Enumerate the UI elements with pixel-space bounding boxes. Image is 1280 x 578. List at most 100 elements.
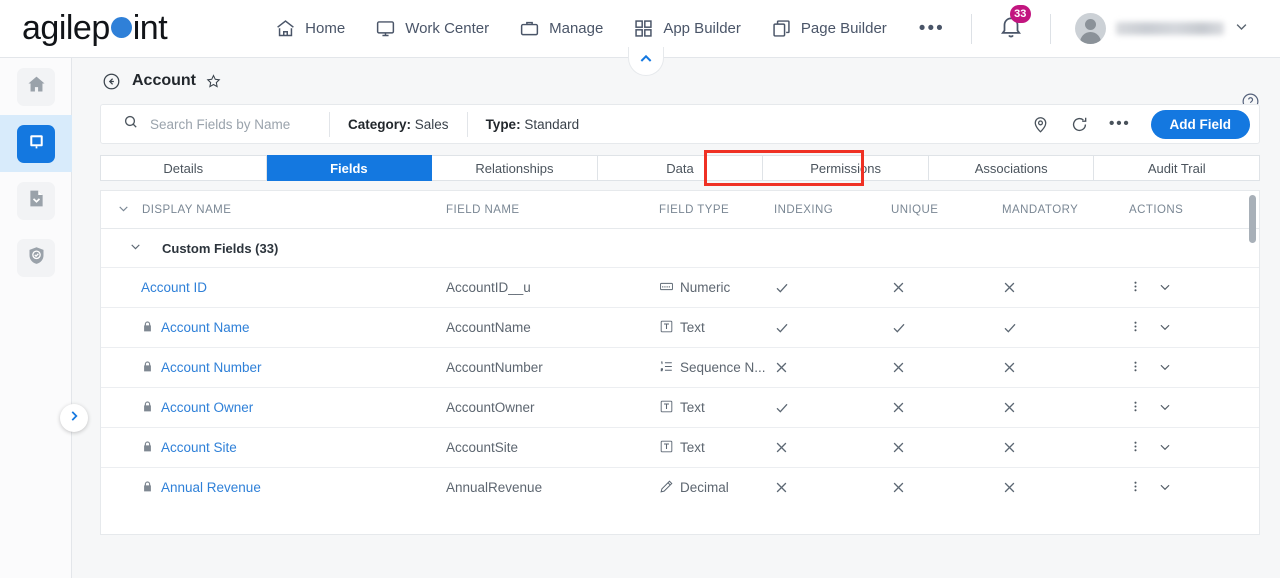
table-row[interactable]: Annual Revenue AnnualRevenue Decimal [101,467,1259,507]
field-type-cell: Text [659,439,774,457]
scrollbar-thumb[interactable] [1249,195,1256,243]
nav-item-manage[interactable]: Manage [519,18,603,39]
nav-item-label: Manage [549,20,604,37]
field-type-cell: Text [659,319,774,337]
column-header-field-type[interactable]: FIELD TYPE [659,204,774,216]
row-menu-button[interactable] [1129,319,1142,336]
unique-cell [891,360,1002,375]
table-row[interactable]: Account Number AccountNumber Sequence N... [101,347,1259,387]
notifications-button[interactable]: 33 [998,5,1031,44]
refresh-icon[interactable] [1070,115,1089,134]
row-menu-button[interactable] [1129,399,1142,416]
nav-item-work-center[interactable]: Work Center [375,18,489,39]
field-display-name-cell[interactable]: Account ID [101,280,446,295]
field-display-name-link[interactable]: Account Number [161,360,262,375]
agilepoint-logo[interactable]: agilep int [22,9,168,48]
star-icon[interactable] [205,73,222,90]
column-header-unique[interactable]: UNIQUE [891,204,1002,216]
row-menu-button[interactable] [1129,479,1142,496]
unique-cell [891,280,1002,295]
toolbar-more-button[interactable]: ••• [1109,116,1131,132]
field-type-label: Numeric [680,280,731,295]
field-display-name-cell[interactable]: Account Number [101,360,446,376]
type-meta: Type: Standard [468,117,598,132]
table-row[interactable]: Account Name AccountName Text [101,307,1259,347]
location-pin-icon[interactable] [1031,115,1050,134]
unique-cell [891,400,1002,415]
cross-icon [774,440,891,455]
group-row-custom-fields[interactable]: Custom Fields (33) [101,229,1259,267]
tab-relationships[interactable]: Relationships [432,155,598,181]
tab-details[interactable]: Details [100,155,267,181]
row-expand-chevron-icon[interactable] [1158,400,1172,416]
tab-fields[interactable]: Fields [266,155,433,181]
category-value: Sales [414,116,449,132]
tab-permissions[interactable]: Permissions [763,155,929,181]
category-meta: Category: Sales [330,117,467,132]
nav-item-label: Page Builder [800,20,887,37]
sidebar-icon-box [17,67,55,106]
field-display-name-cell[interactable]: Account Name [101,320,446,336]
field-display-name-link[interactable]: Account Site [161,440,237,455]
field-display-name-link[interactable]: Annual Revenue [161,480,261,495]
copy-icon [771,18,792,39]
chevron-up-icon [638,51,654,72]
type-label: Type: [485,116,521,132]
field-name-cell: AccountName [446,320,531,335]
actions-cell [1126,399,1236,416]
user-menu[interactable] [1074,13,1249,44]
column-header-mandatory[interactable]: MANDATORY [1002,204,1126,216]
row-expand-chevron-icon[interactable] [1158,280,1172,296]
sidebar-icon-box [17,124,55,163]
add-field-button[interactable]: Add Field [1150,109,1250,139]
field-display-name-link[interactable]: Account ID [141,280,207,295]
field-display-name-cell[interactable]: Account Owner [101,400,446,416]
row-menu-button[interactable] [1129,279,1142,296]
column-header-indexing[interactable]: INDEXING [774,204,891,216]
field-display-name-cell[interactable]: Annual Revenue [101,480,446,496]
search-input[interactable] [150,116,328,132]
sidebar-item-home[interactable] [0,58,72,115]
field-type-label: Sequence N... [680,360,766,375]
field-display-name-link[interactable]: Account Owner [161,400,253,415]
tab-associations[interactable]: Associations [928,155,1095,181]
nav-item-home[interactable]: Home [275,18,345,39]
sidebar-item-work-center[interactable] [0,115,72,172]
field-display-name-cell[interactable]: Account Site [101,440,446,456]
check-icon [774,280,891,296]
nav-item-app-builder[interactable]: App Builder [633,18,741,39]
table-row[interactable]: Account Owner AccountOwner Text [101,387,1259,427]
tab-audit-trail[interactable]: Audit Trail [1094,155,1261,181]
field-type-label: Text [680,320,705,335]
toolbar-actions: ••• Add Field [1031,109,1259,139]
top-nav-more-button[interactable]: ••• [919,19,945,38]
expand-sidebar-button[interactable] [60,404,88,432]
actions-cell [1126,439,1236,456]
field-type-cell: Text [659,399,774,417]
back-arrow-circle-icon[interactable] [102,72,121,91]
tab-data[interactable]: Data [597,155,764,181]
category-label: Category: [348,116,412,132]
field-display-name-link[interactable]: Account Name [161,320,250,335]
row-menu-button[interactable] [1129,359,1142,376]
row-expand-chevron-icon[interactable] [1158,320,1172,336]
briefcase-icon [519,18,540,39]
sidebar-item-documents[interactable] [0,172,72,229]
sidebar-item-security[interactable] [0,229,72,286]
page-title: Account [132,72,196,89]
row-expand-chevron-icon[interactable] [1158,440,1172,456]
table-row[interactable]: Account ID AccountID__u Numeric [101,267,1259,307]
numeric-icon [659,279,674,297]
column-header-display-name[interactable]: DISPLAY NAME [101,202,446,218]
row-expand-chevron-icon[interactable] [1158,360,1172,376]
cross-icon [774,480,891,495]
table-row[interactable]: Account Site AccountSite Text [101,427,1259,467]
field-type-cell: Decimal [659,479,774,497]
column-header-field-name[interactable]: FIELD NAME [446,204,659,216]
table-scrollbar[interactable] [1249,195,1256,534]
mandatory-cell [1002,280,1126,295]
nav-item-page-builder[interactable]: Page Builder [771,18,887,39]
shield-check-icon [26,245,47,271]
row-menu-button[interactable] [1129,439,1142,456]
row-expand-chevron-icon[interactable] [1158,480,1172,496]
